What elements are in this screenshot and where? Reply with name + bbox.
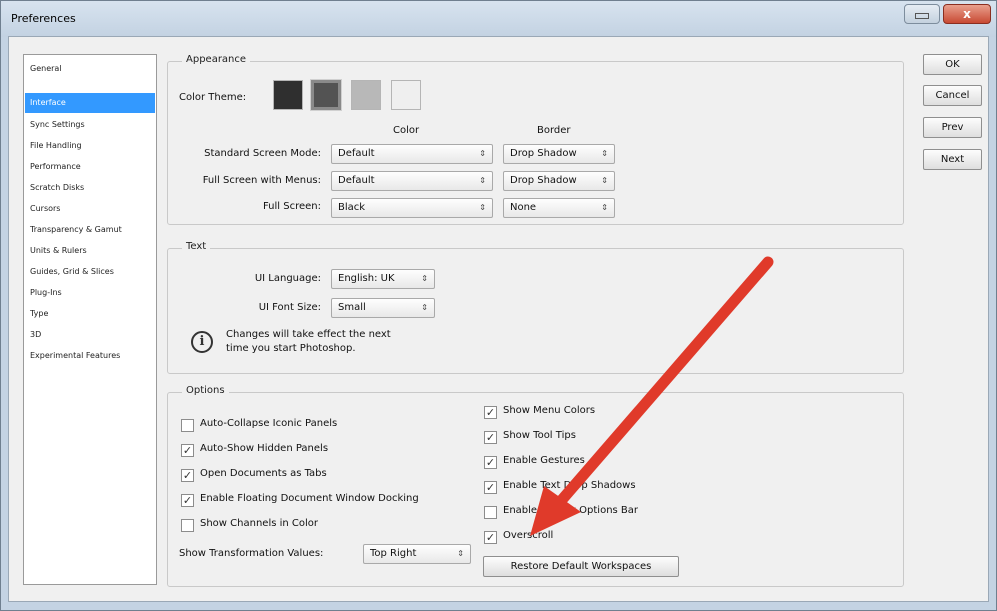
annotation-arrow [530,256,774,536]
annotation-arrow-shaft [554,256,774,508]
